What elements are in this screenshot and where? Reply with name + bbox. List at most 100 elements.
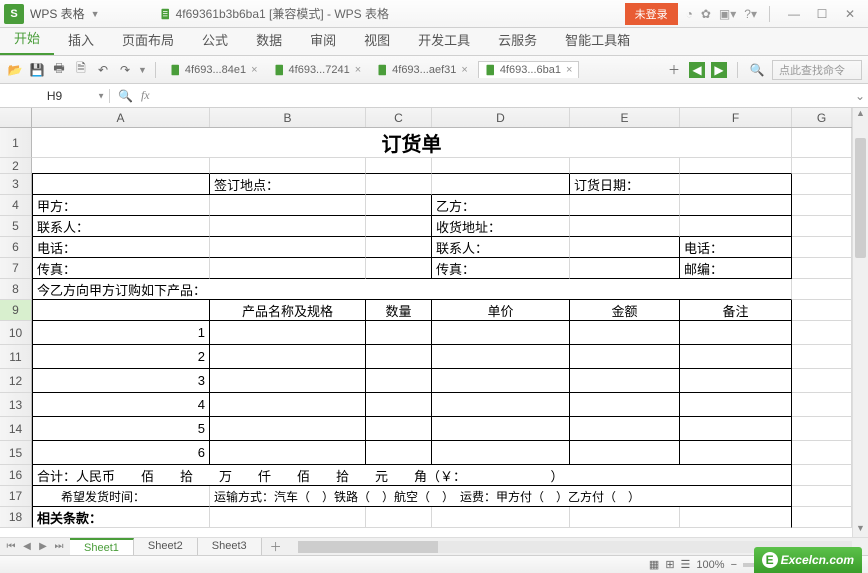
cell-G12[interactable] bbox=[792, 369, 852, 393]
sheet-nav-first-icon[interactable]: ⏮ bbox=[4, 541, 18, 552]
cell-E5[interactable] bbox=[570, 216, 680, 237]
cell-B11[interactable] bbox=[210, 345, 366, 369]
open-icon[interactable]: 📂 bbox=[6, 61, 24, 79]
cell-C12[interactable] bbox=[366, 369, 432, 393]
cell-B10[interactable] bbox=[210, 321, 366, 345]
cell-F12[interactable] bbox=[680, 369, 792, 393]
col-header-E[interactable]: E bbox=[570, 108, 680, 127]
cell-A6[interactable]: 电话： bbox=[32, 237, 210, 258]
cell-B13[interactable] bbox=[210, 393, 366, 417]
col-header-D[interactable]: D bbox=[432, 108, 570, 127]
row-header-14[interactable]: 14 bbox=[0, 417, 32, 441]
row-header-6[interactable]: 6 bbox=[0, 237, 32, 258]
row-header-18[interactable]: 18 bbox=[0, 507, 32, 528]
scroll-down-icon[interactable]: ▼ bbox=[853, 523, 868, 537]
view-normal-icon[interactable]: ▦ bbox=[649, 558, 659, 571]
vscroll-thumb[interactable] bbox=[855, 138, 866, 258]
col-header-F[interactable]: F bbox=[680, 108, 792, 127]
search-icon[interactable]: 🔍 bbox=[748, 61, 766, 79]
cell-A8[interactable]: 今乙方向甲方订购如下产品： bbox=[32, 279, 792, 300]
row-header-15[interactable]: 15 bbox=[0, 441, 32, 465]
cell-C10[interactable] bbox=[366, 321, 432, 345]
settings-icon[interactable]: ✿ bbox=[701, 7, 711, 21]
row-header-8[interactable]: 8 bbox=[0, 279, 32, 300]
cell-E3[interactable]: 订货日期： bbox=[570, 174, 680, 195]
cell-G3[interactable] bbox=[792, 174, 852, 195]
cell-C2[interactable] bbox=[366, 158, 432, 174]
menu-tab-formula[interactable]: 公式 bbox=[188, 24, 242, 55]
view-pagebreak-icon[interactable]: ⊞ bbox=[665, 558, 674, 571]
zoom-value[interactable]: 100% bbox=[696, 559, 724, 571]
row-header-4[interactable]: 4 bbox=[0, 195, 32, 216]
cell-B2[interactable] bbox=[210, 158, 366, 174]
cell-C11[interactable] bbox=[366, 345, 432, 369]
cell-A11[interactable]: 2 bbox=[32, 345, 210, 369]
cell-D7[interactable]: 传真： bbox=[432, 258, 570, 279]
cell-title[interactable]: 订货单 bbox=[32, 128, 792, 158]
sheet-tab-1[interactable]: Sheet1 bbox=[70, 538, 134, 556]
menu-tab-developer[interactable]: 开发工具 bbox=[404, 24, 484, 55]
cell-A7[interactable]: 传真： bbox=[32, 258, 210, 279]
cell-A13[interactable]: 4 bbox=[32, 393, 210, 417]
cell-C9[interactable]: 数量 bbox=[366, 300, 432, 321]
cell-B15[interactable] bbox=[210, 441, 366, 465]
sheet-tab-2[interactable]: Sheet2 bbox=[134, 538, 198, 556]
view-layout-icon[interactable]: ☰ bbox=[681, 558, 691, 571]
row-header-3[interactable]: 3 bbox=[0, 174, 32, 195]
cell-G17[interactable] bbox=[792, 486, 852, 507]
cell-E14[interactable] bbox=[570, 417, 680, 441]
row-header-10[interactable]: 10 bbox=[0, 321, 32, 345]
cell-C13[interactable] bbox=[366, 393, 432, 417]
cell-D10[interactable] bbox=[432, 321, 570, 345]
command-search-input[interactable]: 点此查找命令 bbox=[772, 60, 862, 80]
qat-dropdown-icon[interactable]: ▼ bbox=[138, 65, 147, 75]
spreadsheet-grid[interactable]: A B C D E F G 1 订货单 2 bbox=[0, 108, 868, 537]
cell-A14[interactable]: 5 bbox=[32, 417, 210, 441]
menu-tab-pagelayout[interactable]: 页面布局 bbox=[108, 24, 188, 55]
hscroll-thumb[interactable] bbox=[298, 541, 438, 553]
cell-C14[interactable] bbox=[366, 417, 432, 441]
row-header-9[interactable]: 9 bbox=[0, 300, 32, 321]
cell-D3[interactable] bbox=[432, 174, 570, 195]
vertical-scrollbar[interactable]: ▲ ▼ bbox=[852, 108, 868, 537]
fx-button[interactable]: fx bbox=[141, 88, 150, 103]
cell-G8[interactable] bbox=[792, 279, 852, 300]
menu-tab-view[interactable]: 视图 bbox=[350, 24, 404, 55]
login-button[interactable]: 未登录 bbox=[625, 3, 678, 25]
cell-A4[interactable]: 甲方： bbox=[32, 195, 210, 216]
cell-E13[interactable] bbox=[570, 393, 680, 417]
cell-C15[interactable] bbox=[366, 441, 432, 465]
cell-B17[interactable]: 运输方式：汽车（ ）铁路（ ）航空（ ） 运费：甲方付（ ）乙方付（ ） bbox=[210, 486, 792, 507]
cell-D11[interactable] bbox=[432, 345, 570, 369]
cell-A9[interactable] bbox=[32, 300, 210, 321]
zoom-out-button[interactable]: − bbox=[731, 559, 737, 571]
cell-B12[interactable] bbox=[210, 369, 366, 393]
cell-G4[interactable] bbox=[792, 195, 852, 216]
cell-A3[interactable] bbox=[32, 174, 210, 195]
cell-D6[interactable]: 联系人： bbox=[432, 237, 570, 258]
name-box-dropdown-icon[interactable]: ▼ bbox=[97, 91, 105, 100]
cell-G11[interactable] bbox=[792, 345, 852, 369]
cell-F13[interactable] bbox=[680, 393, 792, 417]
select-all-corner[interactable] bbox=[0, 108, 32, 127]
sync-icon[interactable]: ◔ bbox=[686, 7, 693, 21]
doc-tab-3[interactable]: 4f693...aef31× bbox=[371, 62, 474, 78]
doc-tab-3-close-icon[interactable]: × bbox=[461, 64, 467, 76]
cell-A5[interactable]: 联系人： bbox=[32, 216, 210, 237]
cell-E15[interactable] bbox=[570, 441, 680, 465]
cell-F3[interactable] bbox=[680, 174, 792, 195]
cell-C5[interactable] bbox=[366, 216, 432, 237]
cell-C4[interactable] bbox=[366, 195, 432, 216]
cell-F18[interactable] bbox=[680, 507, 792, 528]
cell-E4[interactable] bbox=[570, 195, 680, 216]
cell-B9[interactable]: 产品名称及规格 bbox=[210, 300, 366, 321]
menu-tab-data[interactable]: 数据 bbox=[242, 24, 296, 55]
fx-search-icon[interactable]: 🔍 bbox=[118, 89, 133, 103]
nav-prev-icon[interactable]: ◀ bbox=[689, 62, 705, 78]
cell-A2[interactable] bbox=[32, 158, 210, 174]
undo-icon[interactable]: ↶ bbox=[94, 61, 112, 79]
cell-G1[interactable] bbox=[792, 128, 852, 158]
cell-E9[interactable]: 金额 bbox=[570, 300, 680, 321]
print-icon[interactable]: 🖶 bbox=[50, 61, 68, 79]
row-header-1[interactable]: 1 bbox=[0, 128, 32, 158]
